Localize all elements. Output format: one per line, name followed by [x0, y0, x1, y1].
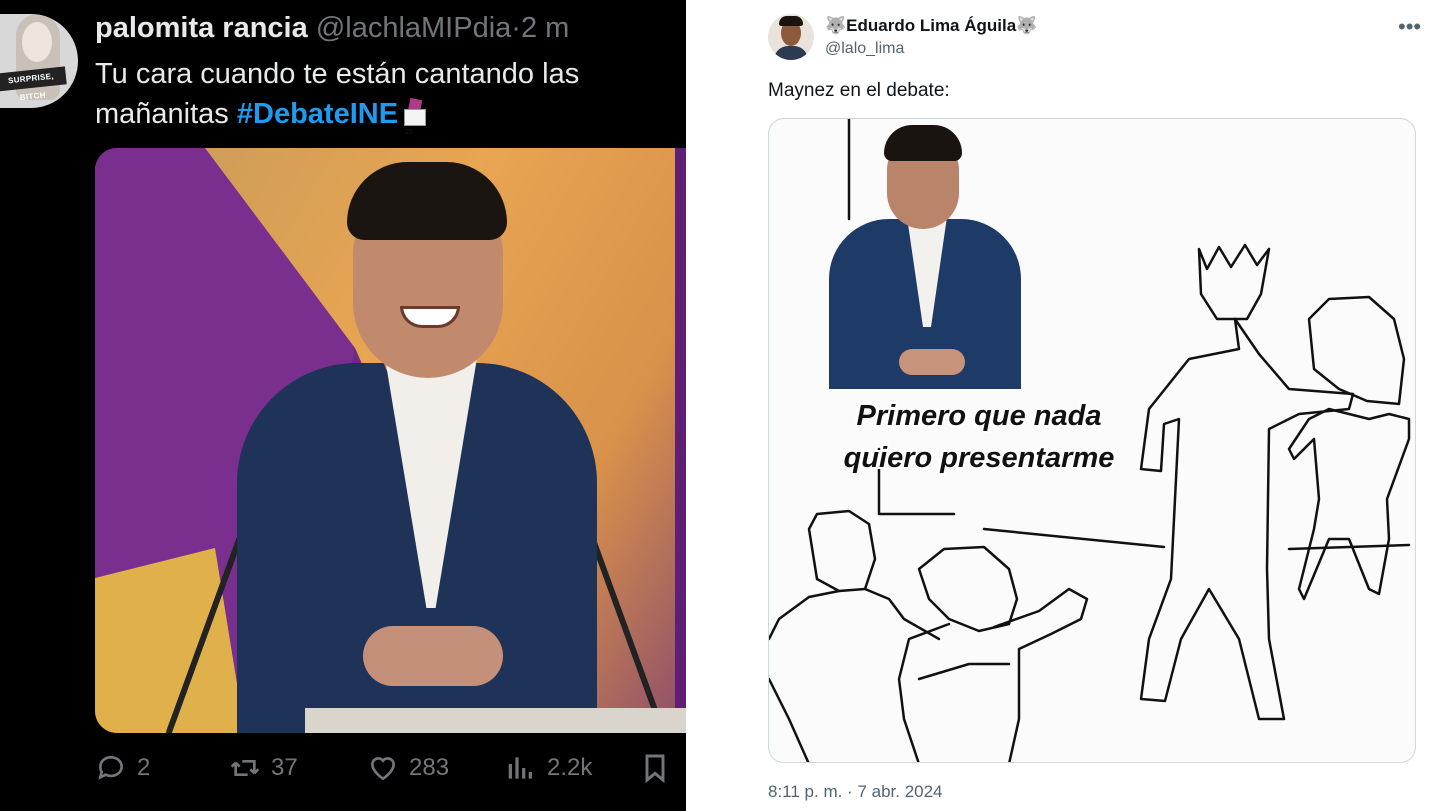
display-name[interactable]: 🐺Eduardo Lima Águila🐺: [825, 16, 1037, 36]
repost-count: 37: [271, 754, 298, 781]
tweet-image[interactable]: Primero que nada quiero presentarme: [768, 118, 1416, 763]
views-button[interactable]: 2.2k: [505, 752, 592, 784]
analytics-icon: [508, 757, 532, 779]
right-tweet-panel: 🐺Eduardo Lima Águila🐺 @lalo_lima ••• May…: [686, 0, 1440, 811]
like-count: 283: [409, 754, 450, 781]
tweet-text: Tu cara cuando te están cantando las mañ…: [95, 54, 695, 136]
tweet-image[interactable]: [95, 148, 737, 733]
tweet-header: palomita rancia @lachlaMIPdia·2 m: [95, 12, 569, 45]
reply-icon: [98, 755, 123, 780]
tweet-time[interactable]: 2 m: [521, 12, 569, 44]
tweet-actions: 2 37 283 2.2k: [95, 752, 685, 786]
left-tweet-panel: SURPRISE, BITCH palomita rancia @lachlaM…: [0, 0, 760, 811]
user-handle[interactable]: @lachlaMIPdia: [316, 12, 511, 44]
ballot-box-icon: 20: [402, 97, 428, 136]
repost-icon: [230, 760, 260, 776]
more-horizontal-icon[interactable]: •••: [1398, 14, 1421, 40]
reply-count: 2: [137, 754, 151, 781]
view-count: 2.2k: [547, 754, 593, 781]
meme-caption-line1: Primero que nada: [856, 400, 1102, 432]
user-avatar[interactable]: [768, 14, 814, 60]
bookmark-icon: [645, 754, 665, 784]
tweet-timestamp[interactable]: 8:11 p. m. · 7 abr. 2024: [768, 782, 943, 802]
display-name[interactable]: palomita rancia: [95, 12, 308, 44]
hashtag-link[interactable]: #DebateINE: [237, 98, 398, 130]
heart-icon: [370, 757, 396, 781]
separator: ·: [511, 12, 521, 44]
like-button[interactable]: 283: [367, 752, 449, 784]
bookmark-button[interactable]: [639, 752, 671, 784]
reply-button[interactable]: 2: [95, 752, 150, 784]
meme-caption-line2: quiero presentarme: [843, 442, 1115, 474]
user-handle[interactable]: @lalo_lima: [825, 40, 904, 58]
user-avatar[interactable]: SURPRISE, BITCH: [0, 14, 78, 108]
tweet-text: Maynez en el debate:: [768, 80, 950, 101]
person-cutout: [827, 121, 1023, 389]
meme-caption: Primero que nada quiero presentarme: [799, 395, 1159, 479]
repost-button[interactable]: 37: [229, 752, 298, 784]
